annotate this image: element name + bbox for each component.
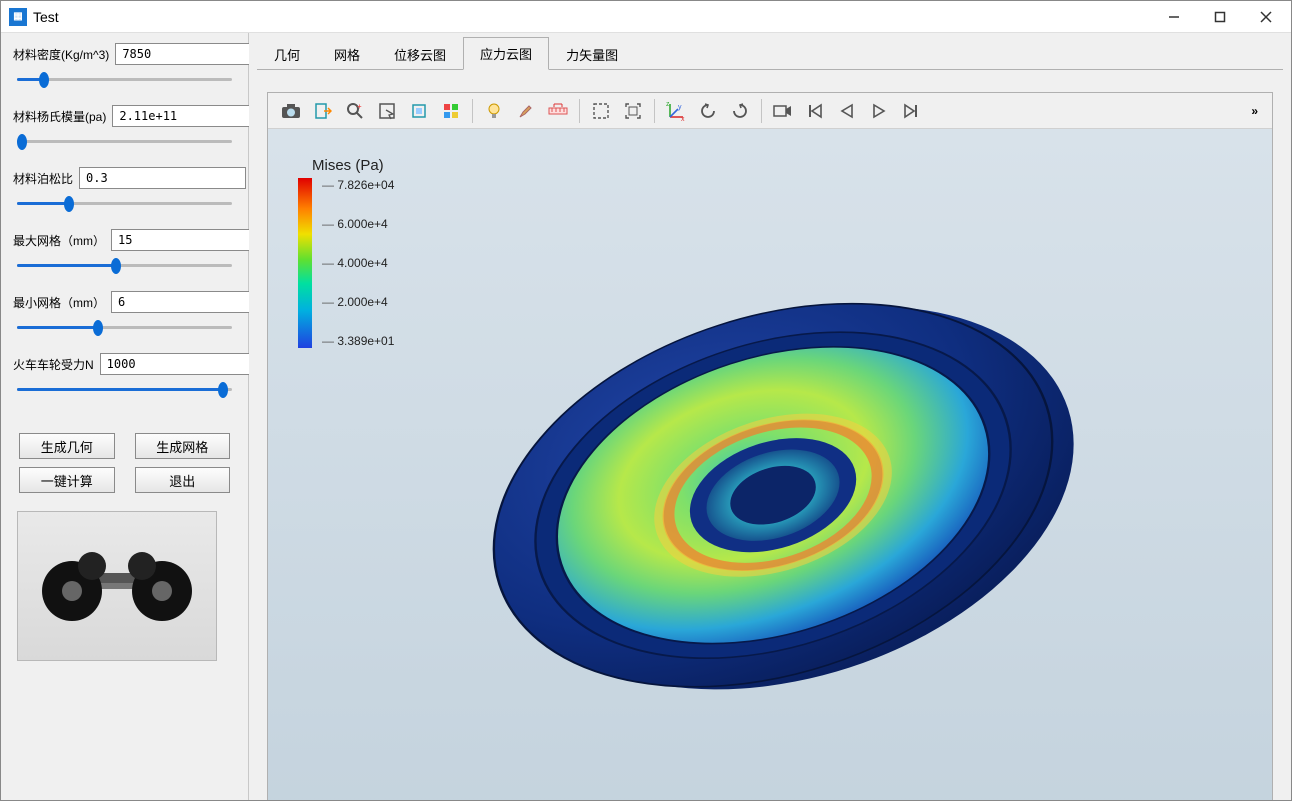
- rotate-ccw-icon[interactable]: [693, 97, 723, 125]
- param-slider-poisson[interactable]: [13, 193, 236, 213]
- legend-tick: 7.826e+04: [322, 178, 394, 192]
- first-frame-icon[interactable]: [800, 97, 830, 125]
- legend-bar: [298, 178, 312, 348]
- param-slider-min-mesh[interactable]: [13, 317, 236, 337]
- svg-text:x: x: [681, 116, 685, 121]
- select-box-icon[interactable]: [372, 97, 402, 125]
- legend-tick: 3.389e+01: [322, 334, 394, 348]
- param-input-poisson[interactable]: [79, 167, 246, 189]
- param-slider-youngs[interactable]: [13, 131, 236, 151]
- param-label: 材料杨氏模量(pa): [13, 108, 106, 125]
- toolbar-overflow[interactable]: »: [1245, 104, 1264, 118]
- bulb-icon[interactable]: [479, 97, 509, 125]
- tab-force-vector[interactable]: 力矢量图: [549, 38, 635, 70]
- record-icon[interactable]: [768, 97, 798, 125]
- gen-geometry-button[interactable]: 生成几何: [19, 433, 115, 459]
- param-poisson: 材料泊松比: [13, 167, 236, 213]
- zoom-icon[interactable]: +: [340, 97, 370, 125]
- camera-icon[interactable]: [276, 97, 306, 125]
- legend-title: Mises (Pa): [312, 157, 394, 174]
- minimize-button[interactable]: [1151, 2, 1197, 32]
- param-slider-max-mesh[interactable]: [13, 255, 236, 275]
- brush-icon[interactable]: [511, 97, 541, 125]
- param-label: 材料密度(Kg/m^3): [13, 46, 109, 63]
- param-label: 最小网格（mm）: [13, 294, 105, 311]
- tab-displacement[interactable]: 位移云图: [377, 38, 463, 70]
- fit-icon[interactable]: [618, 97, 648, 125]
- close-button[interactable]: [1243, 2, 1289, 32]
- color-blocks-icon[interactable]: [436, 97, 466, 125]
- view-box-icon[interactable]: [404, 97, 434, 125]
- svg-text:y: y: [678, 104, 682, 111]
- run-button[interactable]: 一键计算: [19, 467, 115, 493]
- bogie-thumbnail: [17, 511, 217, 661]
- param-input-wheel-force[interactable]: [100, 353, 267, 375]
- rotate-cw-icon[interactable]: [725, 97, 755, 125]
- param-wheel-force: 火车车轮受力N: [13, 353, 236, 399]
- legend-tick: 2.000e+4: [322, 295, 394, 309]
- param-label: 材料泊松比: [13, 170, 73, 187]
- play-icon[interactable]: [864, 97, 894, 125]
- prev-frame-icon[interactable]: [832, 97, 862, 125]
- sidebar: 材料密度(Kg/m^3) 材料杨氏模量(pa) 材料泊松比: [1, 33, 249, 800]
- param-density: 材料密度(Kg/m^3): [13, 43, 236, 89]
- tab-mesh[interactable]: 网格: [317, 38, 377, 70]
- param-slider-wheel-force[interactable]: [13, 379, 236, 399]
- color-legend: Mises (Pa) 7.826e+04 6.000e+4 4.000e+4 2…: [298, 157, 394, 348]
- viewer: + z xy »: [267, 92, 1273, 800]
- legend-tick: 6.000e+4: [322, 217, 394, 231]
- legend-tick: 4.000e+4: [322, 256, 394, 270]
- app-icon: ▦: [9, 8, 27, 26]
- viewer-toolbar: + z xy »: [268, 93, 1272, 129]
- param-max-mesh: 最大网格（mm）: [13, 229, 236, 275]
- maximize-button[interactable]: [1197, 2, 1243, 32]
- param-label: 最大网格（mm）: [13, 232, 105, 249]
- tab-geometry[interactable]: 几何: [257, 38, 317, 70]
- titlebar: ▦ Test: [1, 1, 1291, 33]
- svg-text:+: +: [357, 102, 362, 111]
- next-frame-icon[interactable]: [896, 97, 926, 125]
- export-icon[interactable]: [308, 97, 338, 125]
- viewport-canvas[interactable]: Mises (Pa) 7.826e+04 6.000e+4 4.000e+4 2…: [268, 129, 1272, 800]
- exit-button[interactable]: 退出: [135, 467, 231, 493]
- param-min-mesh: 最小网格（mm）: [13, 291, 236, 337]
- ruler-icon[interactable]: [543, 97, 573, 125]
- window-title: Test: [33, 9, 59, 25]
- gen-mesh-button[interactable]: 生成网格: [135, 433, 231, 459]
- param-label: 火车车轮受力N: [13, 356, 94, 373]
- marquee-icon[interactable]: [586, 97, 616, 125]
- tab-strip: 几何 网格 位移云图 应力云图 力矢量图: [249, 33, 1291, 69]
- param-youngs: 材料杨氏模量(pa): [13, 105, 236, 151]
- param-slider-density[interactable]: [13, 69, 236, 89]
- svg-text:z: z: [666, 101, 670, 108]
- tab-stress[interactable]: 应力云图: [463, 37, 549, 70]
- legend-ticks: 7.826e+04 6.000e+4 4.000e+4 2.000e+4 3.3…: [322, 178, 394, 348]
- axes-icon[interactable]: z xy: [661, 97, 691, 125]
